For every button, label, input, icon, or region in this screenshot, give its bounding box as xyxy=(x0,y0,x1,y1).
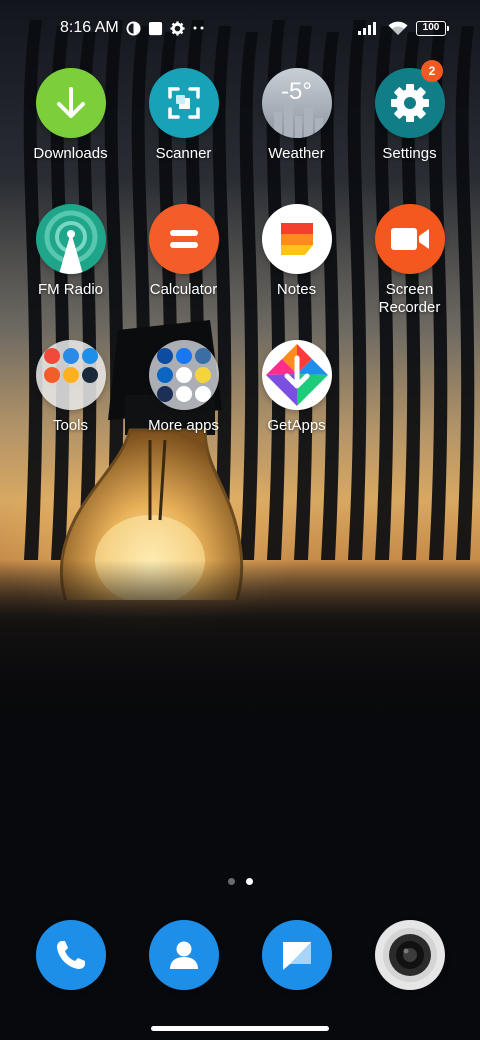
app-label-downloads: Downloads xyxy=(33,145,108,162)
gear-icon xyxy=(170,20,185,36)
video-camera-icon[interactable] xyxy=(374,204,445,274)
app-label-fm-radio: FM Radio xyxy=(37,281,104,298)
list-mini-icon xyxy=(62,367,79,383)
app-label-getapps: GetApps xyxy=(267,417,326,434)
app-mini-icon xyxy=(194,367,211,383)
contact-person-icon[interactable] xyxy=(148,920,219,990)
more-dots-icon xyxy=(192,25,206,31)
app-label-calculator: Calculator xyxy=(149,281,218,298)
app-label-more-apps: More apps xyxy=(148,417,219,434)
battery-icon: 100 xyxy=(416,20,449,36)
facebook-mini-icon xyxy=(175,348,192,364)
weather-city-icon[interactable]: -5° xyxy=(261,68,332,138)
signal-icon xyxy=(358,21,380,35)
clock: 8:16 AM xyxy=(60,19,119,36)
app-weather[interactable]: -5° Weather xyxy=(240,68,353,204)
weather-temperature: -5° xyxy=(281,78,312,105)
assistant-mini-icon xyxy=(194,386,211,402)
home-indicator[interactable] xyxy=(151,1026,329,1031)
status-right: 100 xyxy=(358,20,449,36)
recorder-mini-icon xyxy=(43,348,60,364)
app-label-scanner: Scanner xyxy=(155,145,212,162)
app-screen-recorder[interactable]: Screen Recorder xyxy=(353,204,466,340)
notification-badge: 2 xyxy=(421,60,443,82)
compass-mini-icon xyxy=(81,348,98,364)
feedback-mini-icon xyxy=(43,367,60,383)
data-saver-icon xyxy=(126,20,141,36)
app-label-weather: Weather xyxy=(268,145,325,162)
link-mini-icon xyxy=(62,348,79,364)
dock-contacts[interactable] xyxy=(127,920,240,990)
folder-more-apps[interactable]: More apps xyxy=(127,340,240,476)
app-downloads[interactable]: Downloads xyxy=(14,68,127,204)
app-mini-icon xyxy=(175,367,192,383)
status-left: 8:16 AM xyxy=(60,19,206,37)
app-mini-icon xyxy=(194,348,211,364)
home-app-grid: Downloads Scanner -5° Weather 2 Settings… xyxy=(14,60,466,476)
download-arrow-icon[interactable] xyxy=(35,68,106,138)
app-label-settings: Settings xyxy=(382,145,437,162)
app-fm-radio[interactable]: FM Radio xyxy=(14,204,127,340)
assistant-mini-icon xyxy=(81,367,98,383)
app-calculator[interactable]: Calculator xyxy=(127,204,240,340)
app-label-tools: Tools xyxy=(52,417,89,434)
app-label-line: Recorder xyxy=(378,299,441,316)
getapps-icon[interactable] xyxy=(261,340,332,410)
play-store-mini-icon xyxy=(175,386,192,402)
app-label-line: Screen xyxy=(385,281,434,298)
dock-phone[interactable] xyxy=(14,920,127,990)
page-indicator xyxy=(0,878,480,885)
scan-frame-icon[interactable] xyxy=(148,68,219,138)
notes-icon[interactable] xyxy=(261,204,332,274)
page-dot[interactable] xyxy=(227,878,235,885)
app-settings[interactable]: 2 Settings xyxy=(353,60,466,204)
app-label-notes: Notes xyxy=(276,281,317,298)
app-notes[interactable]: Notes xyxy=(240,204,353,340)
camera-lens-icon[interactable] xyxy=(374,920,445,990)
equals-icon[interactable] xyxy=(148,204,219,274)
app-scanner[interactable]: Scanner xyxy=(127,68,240,204)
notification-square-icon xyxy=(148,21,163,36)
message-bubble-icon[interactable] xyxy=(261,920,332,990)
linkedin-mini-icon xyxy=(156,367,173,383)
battery-level: 100 xyxy=(422,22,440,33)
app-label-screen-recorder: Screen Recorder xyxy=(355,281,465,317)
app-getapps[interactable]: GetApps xyxy=(240,340,353,476)
radio-tower-icon[interactable] xyxy=(35,204,106,274)
wifi-icon xyxy=(388,21,408,36)
folder-tools[interactable]: Tools xyxy=(14,340,127,476)
folder-icon[interactable] xyxy=(148,340,219,410)
booking-mini-icon xyxy=(156,386,173,402)
status-bar: 8:16 AM 100 xyxy=(0,0,480,56)
phone-icon[interactable] xyxy=(35,920,106,990)
dock xyxy=(14,920,466,990)
dock-camera[interactable] xyxy=(353,920,466,990)
page-dot-active[interactable] xyxy=(245,878,253,885)
walmart-mini-icon xyxy=(156,348,173,364)
folder-icon[interactable] xyxy=(35,340,106,410)
dock-messages[interactable] xyxy=(240,920,353,990)
